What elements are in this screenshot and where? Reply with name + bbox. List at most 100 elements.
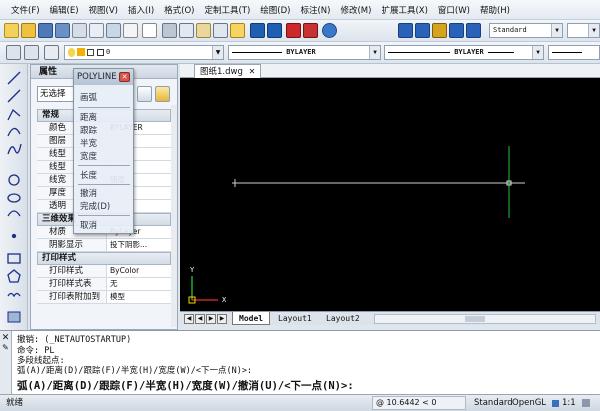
plot-style-combo[interactable] xyxy=(548,45,600,60)
chevron-down-icon[interactable]: ▼ xyxy=(212,46,223,59)
annotation-scale[interactable]: 1:1 xyxy=(562,395,576,411)
status-bar: 就绪 @ 10.6442 < 0 Standard OpenGL 1:1 xyxy=(0,394,600,411)
command-input[interactable]: 弧(A)/距离(D)/跟踪(F)/半宽(H)/宽度(W)/撤消(U)/<下一点(… xyxy=(17,378,354,393)
menu-item-0[interactable]: 文件(F) xyxy=(6,4,45,16)
save-as-icon[interactable] xyxy=(55,23,70,38)
close-icon[interactable]: ✕ xyxy=(0,333,11,343)
section-print-style[interactable]: 打印样式 xyxy=(37,252,171,265)
property-row[interactable]: 打印表附加到 模型 xyxy=(37,291,171,304)
ucs-y-label: Y xyxy=(190,266,195,274)
next-tab-button[interactable]: ▶ xyxy=(206,314,216,324)
popup-item-length[interactable]: 长度 xyxy=(80,169,97,181)
match-properties-icon[interactable] xyxy=(213,23,228,38)
erase-icon[interactable] xyxy=(303,23,318,38)
popup-item-track[interactable]: 跟踪 xyxy=(80,124,97,136)
annotation-scale-icon xyxy=(552,400,559,407)
open-file-icon[interactable] xyxy=(21,23,36,38)
chevron-down-icon[interactable]: ▼ xyxy=(588,24,599,37)
settings-icon[interactable]: ✎ xyxy=(0,343,11,352)
tab-layout2[interactable]: Layout2 xyxy=(320,312,366,325)
save-icon[interactable] xyxy=(38,23,53,38)
spell-check-icon[interactable] xyxy=(142,23,157,38)
menu-item-6[interactable]: 绘图(D) xyxy=(255,4,295,16)
command-window-handle[interactable]: ✕ ✎ xyxy=(0,331,12,395)
redo-icon[interactable] xyxy=(267,23,282,38)
print-preview-icon[interactable] xyxy=(89,23,104,38)
drawing-canvas[interactable]: Y X xyxy=(180,78,600,311)
property-row[interactable]: 打印样式表无 xyxy=(37,278,171,291)
multiline-text-icon[interactable] xyxy=(415,23,430,38)
layer-previous-icon[interactable] xyxy=(24,45,39,60)
menu-item-9[interactable]: 扩展工具(X) xyxy=(376,4,432,16)
tab-layout1[interactable]: Layout1 xyxy=(272,312,318,325)
menu-bar: 文件(F) 编辑(E) 视图(V) 插入(I) 格式(O) 定制工具(T) 绘图(D) 标注(… xyxy=(0,0,600,20)
toggle-pickadd-icon[interactable] xyxy=(137,86,152,102)
popup-item-cancel[interactable]: 取消 xyxy=(80,219,97,231)
selection-combo[interactable]: 无选择 xyxy=(37,86,75,102)
menu-item-2[interactable]: 视图(V) xyxy=(84,4,123,16)
publish-icon[interactable] xyxy=(106,23,121,38)
hatch-tool-icon xyxy=(7,311,21,323)
menu-item-7[interactable]: 标注(N) xyxy=(295,4,335,16)
status-text-style[interactable]: Standard xyxy=(474,395,513,411)
color-swatch-icon xyxy=(96,48,104,56)
text-edit-icon[interactable] xyxy=(432,23,447,38)
ellipse-tool-icon xyxy=(7,193,21,203)
last-tab-button[interactable]: ▶ xyxy=(217,314,227,324)
document-tab[interactable]: 图纸1.dwg ✕ xyxy=(194,64,262,78)
close-icon[interactable]: ✕ xyxy=(119,72,130,82)
point-tool-icon xyxy=(11,233,17,239)
linetype-combo[interactable]: BYLAYER ▼ xyxy=(228,45,381,60)
tab-model[interactable]: Model xyxy=(232,312,271,325)
popup-item-arc[interactable]: 画弧 xyxy=(80,91,97,103)
coordinate-readout[interactable]: @ 10.6442 < 0 xyxy=(372,396,466,410)
menu-item-1[interactable]: 编辑(E) xyxy=(45,4,84,16)
layer-manager-icon[interactable] xyxy=(6,45,21,60)
sun-icon xyxy=(77,48,86,56)
menu-item-11[interactable]: 帮助(H) xyxy=(475,4,515,16)
close-icon[interactable]: ✕ xyxy=(249,67,256,76)
layer-state-icon[interactable] xyxy=(44,45,59,60)
text-style-icon[interactable] xyxy=(398,23,413,38)
popup-item-width[interactable]: 宽度 xyxy=(80,150,97,162)
popup-item-close[interactable]: 完成(D) xyxy=(80,200,110,212)
print-icon[interactable] xyxy=(72,23,87,38)
text-style-combo[interactable]: Standard ▼ xyxy=(489,23,563,38)
menu-item-10[interactable]: 窗口(W) xyxy=(433,4,475,16)
menu-item-4[interactable]: 格式(O) xyxy=(159,4,199,16)
brush-icon[interactable] xyxy=(230,23,245,38)
undo-icon[interactable] xyxy=(250,23,265,38)
popup-item-halfwidth[interactable]: 半宽 xyxy=(80,137,97,149)
new-file-icon[interactable] xyxy=(4,23,19,38)
property-row[interactable]: 打印样式 ByColor xyxy=(37,265,171,278)
delete-icon[interactable] xyxy=(286,23,301,38)
horizontal-scrollbar[interactable] xyxy=(374,314,596,324)
lock-icon xyxy=(87,48,95,56)
cut-icon[interactable] xyxy=(162,23,177,38)
prev-tab-button[interactable]: ◀ xyxy=(195,314,205,324)
properties-scrollbar[interactable] xyxy=(171,105,177,327)
popup-item-undo[interactable]: 撤消 xyxy=(80,187,97,199)
menu-item-5[interactable]: 定制工具(T) xyxy=(199,4,255,16)
find-text-icon[interactable] xyxy=(466,23,481,38)
lineweight-combo[interactable]: BYLAYER ▼ xyxy=(384,45,544,60)
chevron-down-icon[interactable]: ▼ xyxy=(551,24,562,37)
layer-combo[interactable]: 0 ▼ xyxy=(64,45,224,60)
quick-select-icon[interactable] xyxy=(155,86,170,102)
line-tool-icon xyxy=(7,71,21,85)
status-graphics-mode[interactable]: OpenGL xyxy=(512,395,546,411)
popup-item-distance[interactable]: 距离 xyxy=(80,111,97,123)
menu-item-3[interactable]: 插入(I) xyxy=(123,4,159,16)
settings-icon[interactable] xyxy=(582,399,590,407)
first-tab-button[interactable]: ◀ xyxy=(184,314,194,324)
help-icon[interactable] xyxy=(322,23,337,38)
property-row[interactable]: 阴影显示 投下阴影... xyxy=(37,239,171,252)
copy-icon[interactable] xyxy=(179,23,194,38)
menu-item-8[interactable]: 修改(M) xyxy=(335,4,376,16)
paste-icon[interactable] xyxy=(196,23,211,38)
chevron-down-icon[interactable]: ▼ xyxy=(532,46,543,59)
find-icon[interactable] xyxy=(123,23,138,38)
dim-style-combo[interactable]: ▼ xyxy=(567,23,600,38)
text-scale-icon[interactable] xyxy=(449,23,464,38)
chevron-down-icon[interactable]: ▼ xyxy=(369,46,380,59)
